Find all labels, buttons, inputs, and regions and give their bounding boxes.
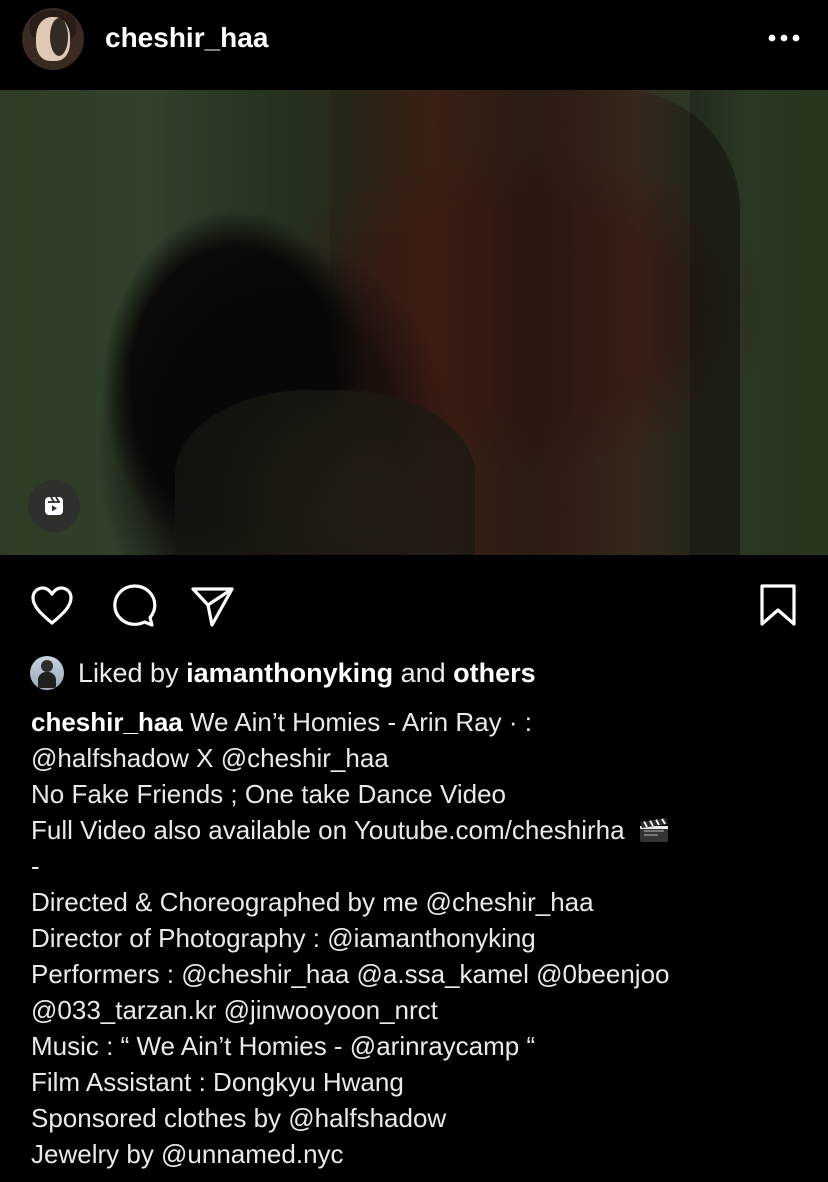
likes-prefix: Liked by [78,658,187,688]
caption-line-3: No Fake Friends ; One take Dance Video [31,779,506,809]
send-icon [191,587,234,627]
subject-shoulder [175,390,475,555]
caption-line-2: @halfshadow X @cheshir_haa [31,743,389,773]
likes-middle: and [393,658,454,688]
post-caption: cheshir_haa We Ain’t Homies - Arin Ray ·… [31,704,801,1172]
liked-by-user-link[interactable]: iamanthonyking [186,658,393,688]
post-header: cheshir_haa [0,0,828,90]
post-media-video[interactable] [0,90,828,555]
caption-line-4: Full Video also available on Youtube.com… [31,812,801,848]
likes-summary: Liked by iamanthonyking and others [30,655,820,693]
caption-text-1: We Ain’t Homies - Arin Ray · : [182,707,532,737]
caption-line-8: Performers : @cheshir_haa @a.ssa_kamel @… [31,959,670,989]
save-button[interactable] [754,581,802,629]
caption-line-13: Jewelry by @unnamed.nyc [31,1139,344,1169]
bookmark-icon [760,584,796,626]
likes-text: Liked by iamanthonyking and others [78,656,536,690]
caption-text-4: Full Video also available on Youtube.com… [31,815,625,845]
background-shadow [690,90,745,555]
comment-icon [113,584,157,627]
reels-icon [45,496,63,515]
clapper-board-icon [639,818,668,842]
caption-line-9: @033_tarzan.kr @jinwooyoon_nrct [31,995,438,1025]
caption-line-1: cheshir_haa We Ain’t Homies - Arin Ray ·… [31,704,801,740]
caption-line-5: - [31,851,40,881]
caption-line-11: Film Assistant : Dongkyu Hwang [31,1067,404,1097]
post-actions [0,555,828,645]
profile-username[interactable]: cheshir_haa [105,22,268,54]
more-horizontal-icon [768,34,800,42]
likes-others-link[interactable]: others [453,658,536,688]
caption-line-6: Directed & Choreographed by me @cheshir_… [31,887,594,917]
profile-avatar[interactable] [22,8,84,70]
like-button[interactable] [28,582,76,630]
caption-line-7: Director of Photography : @iamanthonykin… [31,923,536,953]
heart-icon [31,586,73,625]
more-options-button[interactable] [764,22,806,54]
caption-line-12: Sponsored clothes by @halfshadow [31,1103,447,1133]
reel-indicator[interactable] [28,480,80,532]
comment-button[interactable] [110,582,158,630]
share-button[interactable] [188,583,236,631]
caption-username[interactable]: cheshir_haa [31,707,183,737]
caption-line-10: Music : “ We Ain’t Homies - @arinraycamp… [31,1031,536,1061]
avatar-shadow [50,18,68,56]
liked-by-avatar[interactable] [30,656,64,690]
